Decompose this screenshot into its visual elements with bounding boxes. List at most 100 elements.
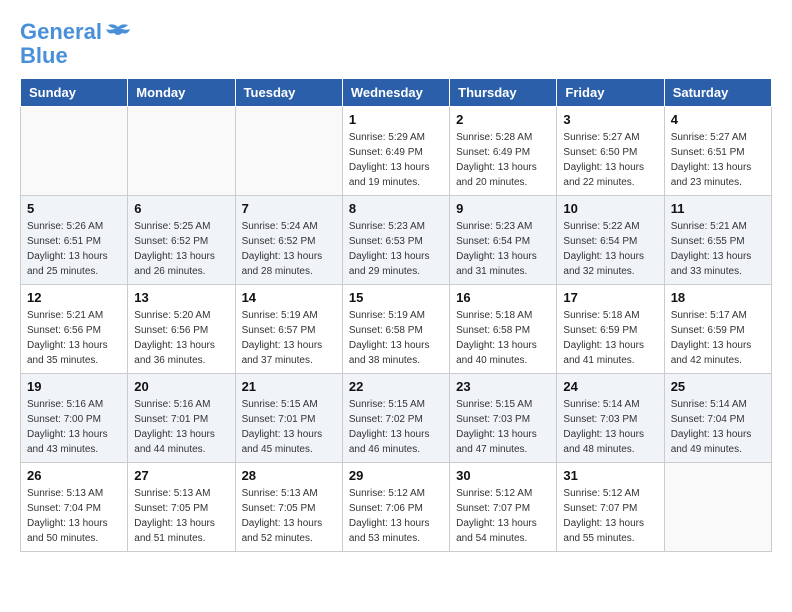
calendar-cell: 13 Sunrise: 5:20 AM Sunset: 6:56 PM Dayli… <box>128 285 235 374</box>
calendar-week-row: 26 Sunrise: 5:13 AM Sunset: 7:04 PM Dayli… <box>21 463 772 552</box>
calendar-cell: 1 Sunrise: 5:29 AM Sunset: 6:49 PM Daylig… <box>342 107 449 196</box>
calendar-cell <box>21 107 128 196</box>
calendar-cell: 5Sunrise: 5:26 AM Sunset: 6:51 PM Daylig… <box>21 196 128 285</box>
calendar-cell: 29Sunrise: 5:12 AM Sunset: 7:06 PM Dayli… <box>342 463 449 552</box>
day-number: 13 <box>134 290 228 305</box>
day-number: 23 <box>456 379 550 394</box>
day-info: Sunrise: 5:22 AM Sunset: 6:54 PM Dayligh… <box>563 219 657 279</box>
day-number: 31 <box>563 468 657 483</box>
calendar-cell: 20 Sunrise: 5:16 AM Sunset: 7:01 PM Dayli… <box>128 374 235 463</box>
calendar-cell: 10 Sunrise: 5:22 AM Sunset: 6:54 PM Dayli… <box>557 196 664 285</box>
calendar-cell: 23 Sunrise: 5:15 AM Sunset: 7:03 PM Dayli… <box>450 374 557 463</box>
calendar-cell: 14Sunrise: 5:19 AM Sunset: 6:57 PM Dayli… <box>235 285 342 374</box>
day-info: Sunrise: 5:18 AM Sunset: 6:58 PM Dayligh… <box>456 308 550 368</box>
day-number: 6 <box>134 201 228 216</box>
day-info: Sunrise: 5:28 AM Sunset: 6:49 PM Dayligh… <box>456 130 550 190</box>
day-info: Sunrise: 5:19 AM Sunset: 6:58 PM Dayligh… <box>349 308 443 368</box>
day-number: 1 <box>349 112 443 127</box>
calendar-cell: 18 Sunrise: 5:17 AM Sunset: 6:59 PM Dayli… <box>664 285 771 374</box>
calendar-table: SundayMondayTuesdayWednesdayThursdayFrid… <box>20 78 772 552</box>
calendar-cell: 27Sunrise: 5:13 AM Sunset: 7:05 PM Dayli… <box>128 463 235 552</box>
calendar-week-row: 5Sunrise: 5:26 AM Sunset: 6:51 PM Daylig… <box>21 196 772 285</box>
day-number: 4 <box>671 112 765 127</box>
day-number: 2 <box>456 112 550 127</box>
day-info: Sunrise: 5:21 AM Sunset: 6:56 PM Dayligh… <box>27 308 121 368</box>
page-header: GeneralBlue <box>20 20 772 68</box>
calendar-cell: 16 Sunrise: 5:18 AM Sunset: 6:58 PM Dayli… <box>450 285 557 374</box>
day-info: Sunrise: 5:16 AM Sunset: 7:01 PM Dayligh… <box>134 397 228 457</box>
logo-text: GeneralBlue <box>20 20 102 68</box>
day-info: Sunrise: 5:27 AM Sunset: 6:50 PM Dayligh… <box>563 130 657 190</box>
calendar-header-row: SundayMondayTuesdayWednesdayThursdayFrid… <box>21 79 772 107</box>
calendar-cell: 9Sunrise: 5:23 AM Sunset: 6:54 PM Daylig… <box>450 196 557 285</box>
day-info: Sunrise: 5:21 AM Sunset: 6:55 PM Dayligh… <box>671 219 765 279</box>
calendar-day-header: Sunday <box>21 79 128 107</box>
day-number: 10 <box>563 201 657 216</box>
day-number: 9 <box>456 201 550 216</box>
calendar-day-header: Monday <box>128 79 235 107</box>
day-number: 29 <box>349 468 443 483</box>
logo: GeneralBlue <box>20 20 132 68</box>
calendar-cell: 17 Sunrise: 5:18 AM Sunset: 6:59 PM Dayli… <box>557 285 664 374</box>
calendar-cell: 3Sunrise: 5:27 AM Sunset: 6:50 PM Daylig… <box>557 107 664 196</box>
calendar-cell <box>664 463 771 552</box>
calendar-cell: 4 Sunrise: 5:27 AM Sunset: 6:51 PM Daylig… <box>664 107 771 196</box>
day-info: Sunrise: 5:19 AM Sunset: 6:57 PM Dayligh… <box>242 308 336 368</box>
day-number: 5 <box>27 201 121 216</box>
day-info: Sunrise: 5:15 AM Sunset: 7:01 PM Dayligh… <box>242 397 336 457</box>
calendar-cell: 6Sunrise: 5:25 AM Sunset: 6:52 PM Daylig… <box>128 196 235 285</box>
calendar-cell: 11 Sunrise: 5:21 AM Sunset: 6:55 PM Dayli… <box>664 196 771 285</box>
calendar-cell: 25 Sunrise: 5:14 AM Sunset: 7:04 PM Dayli… <box>664 374 771 463</box>
logo-bird-icon <box>104 23 132 45</box>
day-info: Sunrise: 5:14 AM Sunset: 7:03 PM Dayligh… <box>563 397 657 457</box>
calendar-cell: 28Sunrise: 5:13 AM Sunset: 7:05 PM Dayli… <box>235 463 342 552</box>
calendar-cell: 8 Sunrise: 5:23 AM Sunset: 6:53 PM Daylig… <box>342 196 449 285</box>
day-info: Sunrise: 5:15 AM Sunset: 7:03 PM Dayligh… <box>456 397 550 457</box>
day-number: 18 <box>671 290 765 305</box>
day-info: Sunrise: 5:20 AM Sunset: 6:56 PM Dayligh… <box>134 308 228 368</box>
calendar-cell: 30 Sunrise: 5:12 AM Sunset: 7:07 PM Dayli… <box>450 463 557 552</box>
day-number: 28 <box>242 468 336 483</box>
day-info: Sunrise: 5:13 AM Sunset: 7:05 PM Dayligh… <box>134 486 228 546</box>
day-info: Sunrise: 5:18 AM Sunset: 6:59 PM Dayligh… <box>563 308 657 368</box>
calendar-day-header: Wednesday <box>342 79 449 107</box>
day-number: 7 <box>242 201 336 216</box>
day-number: 11 <box>671 201 765 216</box>
day-info: Sunrise: 5:14 AM Sunset: 7:04 PM Dayligh… <box>671 397 765 457</box>
day-info: Sunrise: 5:12 AM Sunset: 7:07 PM Dayligh… <box>456 486 550 546</box>
day-number: 15 <box>349 290 443 305</box>
day-number: 16 <box>456 290 550 305</box>
calendar-cell: 22 Sunrise: 5:15 AM Sunset: 7:02 PM Dayli… <box>342 374 449 463</box>
day-number: 25 <box>671 379 765 394</box>
day-info: Sunrise: 5:29 AM Sunset: 6:49 PM Dayligh… <box>349 130 443 190</box>
day-number: 24 <box>563 379 657 394</box>
day-info: Sunrise: 5:24 AM Sunset: 6:52 PM Dayligh… <box>242 219 336 279</box>
day-info: Sunrise: 5:23 AM Sunset: 6:53 PM Dayligh… <box>349 219 443 279</box>
day-info: Sunrise: 5:13 AM Sunset: 7:04 PM Dayligh… <box>27 486 121 546</box>
day-number: 30 <box>456 468 550 483</box>
calendar-day-header: Friday <box>557 79 664 107</box>
calendar-cell: 15 Sunrise: 5:19 AM Sunset: 6:58 PM Dayli… <box>342 285 449 374</box>
calendar-day-header: Tuesday <box>235 79 342 107</box>
day-number: 8 <box>349 201 443 216</box>
day-info: Sunrise: 5:12 AM Sunset: 7:07 PM Dayligh… <box>563 486 657 546</box>
day-info: Sunrise: 5:15 AM Sunset: 7:02 PM Dayligh… <box>349 397 443 457</box>
day-number: 12 <box>27 290 121 305</box>
calendar-cell: 21 Sunrise: 5:15 AM Sunset: 7:01 PM Dayli… <box>235 374 342 463</box>
calendar-day-header: Saturday <box>664 79 771 107</box>
day-number: 20 <box>134 379 228 394</box>
day-info: Sunrise: 5:17 AM Sunset: 6:59 PM Dayligh… <box>671 308 765 368</box>
calendar-week-row: 12 Sunrise: 5:21 AM Sunset: 6:56 PM Dayli… <box>21 285 772 374</box>
day-number: 19 <box>27 379 121 394</box>
day-number: 26 <box>27 468 121 483</box>
calendar-cell: 7 Sunrise: 5:24 AM Sunset: 6:52 PM Daylig… <box>235 196 342 285</box>
calendar-cell <box>128 107 235 196</box>
calendar-week-row: 19 Sunrise: 5:16 AM Sunset: 7:00 PM Dayli… <box>21 374 772 463</box>
calendar-week-row: 1 Sunrise: 5:29 AM Sunset: 6:49 PM Daylig… <box>21 107 772 196</box>
day-number: 17 <box>563 290 657 305</box>
day-number: 21 <box>242 379 336 394</box>
day-info: Sunrise: 5:16 AM Sunset: 7:00 PM Dayligh… <box>27 397 121 457</box>
day-info: Sunrise: 5:27 AM Sunset: 6:51 PM Dayligh… <box>671 130 765 190</box>
calendar-cell: 12 Sunrise: 5:21 AM Sunset: 6:56 PM Dayli… <box>21 285 128 374</box>
day-number: 22 <box>349 379 443 394</box>
